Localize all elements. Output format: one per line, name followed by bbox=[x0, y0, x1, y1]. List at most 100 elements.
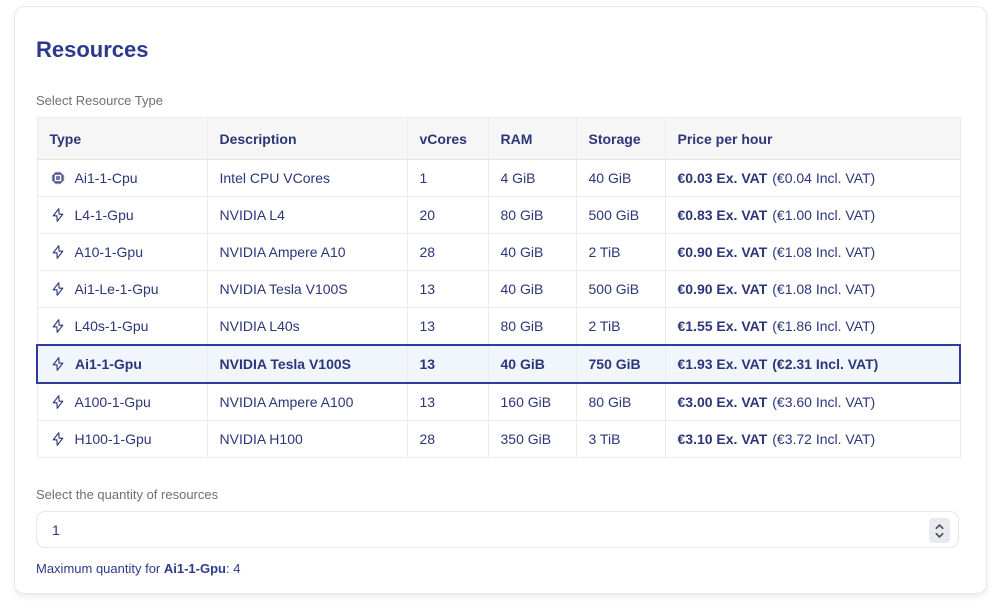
price-ex-vat: €3.00 Ex. VAT bbox=[678, 394, 768, 410]
resource-storage[interactable]: 500 GiB bbox=[576, 271, 665, 308]
resource-type-value: L40s-1-Gpu bbox=[75, 318, 149, 334]
max-note-prefix: Maximum quantity for bbox=[36, 561, 164, 576]
price-ex-vat: €0.90 Ex. VAT bbox=[678, 281, 768, 297]
resource-type-value: Ai1-1-Cpu bbox=[75, 170, 138, 186]
resource-price[interactable]: €0.90 Ex. VAT(€1.08 Incl. VAT) bbox=[665, 234, 960, 271]
resource-type-value: Ai1-1-Gpu bbox=[75, 356, 142, 372]
resource-row[interactable]: L40s-1-Gpu NVIDIA L40s 13 80 GiB 2 TiB €… bbox=[37, 308, 960, 346]
chevron-down-icon bbox=[936, 533, 942, 536]
resource-ram[interactable]: 160 GiB bbox=[488, 383, 576, 421]
resource-row[interactable]: Ai1-1-Cpu Intel CPU VCores 1 4 GiB 40 Gi… bbox=[37, 160, 960, 197]
price-ex-vat: €0.83 Ex. VAT bbox=[678, 207, 768, 223]
resource-vcores[interactable]: 20 bbox=[407, 197, 488, 234]
resource-row[interactable]: A100-1-Gpu NVIDIA Ampere A100 13 160 GiB… bbox=[37, 383, 960, 421]
resource-price[interactable]: €3.00 Ex. VAT(€3.60 Incl. VAT) bbox=[665, 383, 960, 421]
resource-price[interactable]: €0.03 Ex. VAT(€0.04 Incl. VAT) bbox=[665, 160, 960, 197]
resource-table-body: Ai1-1-Cpu Intel CPU VCores 1 4 GiB 40 Gi… bbox=[37, 160, 960, 458]
price-ex-vat: €1.93 Ex. VAT bbox=[678, 356, 768, 372]
price-ex-vat: €3.10 Ex. VAT bbox=[678, 431, 768, 447]
resource-storage[interactable]: 40 GiB bbox=[576, 160, 665, 197]
resource-row[interactable]: Ai1-Le-1-Gpu NVIDIA Tesla V100S 13 40 Gi… bbox=[37, 271, 960, 308]
resource-ram[interactable]: 4 GiB bbox=[488, 160, 576, 197]
column-header-ram: RAM bbox=[488, 118, 576, 160]
resource-type-value: A100-1-Gpu bbox=[75, 394, 151, 410]
column-header-description: Description bbox=[207, 118, 407, 160]
resource-row[interactable]: Ai1-1-Gpu NVIDIA Tesla V100S 13 40 GiB 7… bbox=[37, 345, 960, 383]
resource-storage[interactable]: 2 TiB bbox=[576, 234, 665, 271]
resource-vcores[interactable]: 13 bbox=[407, 345, 488, 383]
price-incl-vat: (€2.31 Incl. VAT) bbox=[772, 356, 878, 372]
column-header-storage: Storage bbox=[576, 118, 665, 160]
lightning-icon bbox=[50, 394, 66, 410]
resource-description[interactable]: NVIDIA L40s bbox=[207, 308, 407, 346]
resource-description[interactable]: NVIDIA Tesla V100S bbox=[207, 271, 407, 308]
resource-price[interactable]: €0.83 Ex. VAT(€1.00 Incl. VAT) bbox=[665, 197, 960, 234]
resources-card: Resources Select Resource Type Type Desc… bbox=[14, 6, 987, 594]
price-ex-vat: €0.03 Ex. VAT bbox=[678, 170, 768, 186]
resource-row[interactable]: L4-1-Gpu NVIDIA L4 20 80 GiB 500 GiB €0.… bbox=[37, 197, 960, 234]
lightning-icon bbox=[50, 318, 66, 334]
column-header-vcores: vCores bbox=[407, 118, 488, 160]
resource-storage[interactable]: 80 GiB bbox=[576, 383, 665, 421]
resource-storage[interactable]: 750 GiB bbox=[576, 345, 665, 383]
resource-description[interactable]: NVIDIA L4 bbox=[207, 197, 407, 234]
max-note-suffix: : 4 bbox=[226, 561, 240, 576]
lightning-icon bbox=[50, 281, 66, 297]
price-incl-vat: (€1.08 Incl. VAT) bbox=[772, 244, 875, 260]
resource-ram[interactable]: 40 GiB bbox=[488, 271, 576, 308]
lightning-icon bbox=[50, 356, 66, 372]
resource-type-label: Select Resource Type bbox=[36, 93, 957, 108]
resource-vcores[interactable]: 13 bbox=[407, 308, 488, 346]
resource-row[interactable]: H100-1-Gpu NVIDIA H100 28 350 GiB 3 TiB … bbox=[37, 421, 960, 458]
resource-price[interactable]: €3.10 Ex. VAT(€3.72 Incl. VAT) bbox=[665, 421, 960, 458]
resource-ram[interactable]: 80 GiB bbox=[488, 308, 576, 346]
lightning-icon bbox=[50, 431, 66, 447]
resource-price[interactable]: €1.55 Ex. VAT(€1.86 Incl. VAT) bbox=[665, 308, 960, 346]
cpu-chip-icon bbox=[50, 170, 66, 186]
resource-vcores[interactable]: 28 bbox=[407, 234, 488, 271]
resource-vcores[interactable]: 13 bbox=[407, 383, 488, 421]
resource-table-header: Type Description vCores RAM Storage Pric… bbox=[37, 118, 960, 160]
price-incl-vat: (€0.04 Incl. VAT) bbox=[772, 170, 875, 186]
resource-description[interactable]: Intel CPU VCores bbox=[207, 160, 407, 197]
lightning-icon bbox=[50, 207, 66, 223]
max-quantity-note: Maximum quantity for Ai1-1-Gpu: 4 bbox=[36, 561, 957, 576]
column-header-price: Price per hour bbox=[665, 118, 960, 160]
resource-vcores[interactable]: 1 bbox=[407, 160, 488, 197]
price-incl-vat: (€1.08 Incl. VAT) bbox=[772, 281, 875, 297]
column-header-type: Type bbox=[37, 118, 207, 160]
price-incl-vat: (€3.72 Incl. VAT) bbox=[772, 431, 875, 447]
resource-storage[interactable]: 2 TiB bbox=[576, 308, 665, 346]
quantity-field-container bbox=[36, 511, 959, 548]
quantity-stepper[interactable] bbox=[929, 518, 950, 543]
quantity-label: Select the quantity of resources bbox=[36, 487, 957, 502]
resource-vcores[interactable]: 28 bbox=[407, 421, 488, 458]
resource-price[interactable]: €0.90 Ex. VAT(€1.08 Incl. VAT) bbox=[665, 271, 960, 308]
resource-row[interactable]: A10-1-Gpu NVIDIA Ampere A10 28 40 GiB 2 … bbox=[37, 234, 960, 271]
resource-price[interactable]: €1.93 Ex. VAT(€2.31 Incl. VAT) bbox=[665, 345, 960, 383]
resource-ram[interactable]: 40 GiB bbox=[488, 234, 576, 271]
resource-vcores[interactable]: 13 bbox=[407, 271, 488, 308]
price-ex-vat: €0.90 Ex. VAT bbox=[678, 244, 768, 260]
resource-description[interactable]: NVIDIA H100 bbox=[207, 421, 407, 458]
price-incl-vat: (€1.86 Incl. VAT) bbox=[772, 318, 875, 334]
resource-description[interactable]: NVIDIA Ampere A100 bbox=[207, 383, 407, 421]
resource-storage[interactable]: 500 GiB bbox=[576, 197, 665, 234]
price-incl-vat: (€3.60 Incl. VAT) bbox=[772, 394, 875, 410]
resource-type-value: A10-1-Gpu bbox=[75, 244, 143, 260]
price-incl-vat: (€1.00 Incl. VAT) bbox=[772, 207, 875, 223]
resource-type-value: L4-1-Gpu bbox=[75, 207, 134, 223]
resource-type-value: H100-1-Gpu bbox=[75, 431, 152, 447]
resource-type-value: Ai1-Le-1-Gpu bbox=[75, 281, 159, 297]
resource-storage[interactable]: 3 TiB bbox=[576, 421, 665, 458]
resource-ram[interactable]: 40 GiB bbox=[488, 345, 576, 383]
price-ex-vat: €1.55 Ex. VAT bbox=[678, 318, 768, 334]
chevron-up-icon bbox=[936, 525, 942, 528]
resource-description[interactable]: NVIDIA Ampere A10 bbox=[207, 234, 407, 271]
lightning-icon bbox=[50, 244, 66, 260]
page-title: Resources bbox=[36, 37, 957, 63]
resource-description[interactable]: NVIDIA Tesla V100S bbox=[207, 345, 407, 383]
resource-ram[interactable]: 80 GiB bbox=[488, 197, 576, 234]
resource-ram[interactable]: 350 GiB bbox=[488, 421, 576, 458]
quantity-input[interactable] bbox=[37, 512, 958, 547]
